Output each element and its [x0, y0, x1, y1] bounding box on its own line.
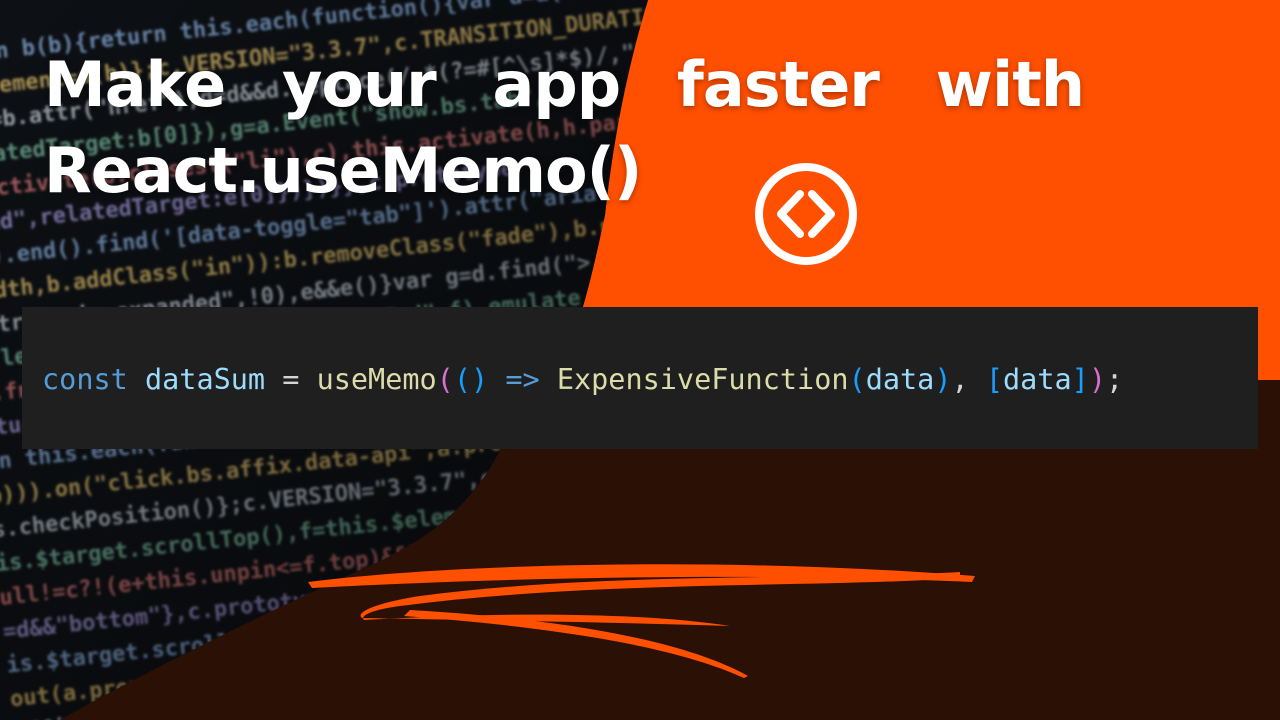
code-token-operator: =: [265, 363, 317, 396]
headline-word: app: [492, 48, 621, 121]
code-brackets-icon: [755, 163, 857, 265]
code-token-function: ExpensiveFunction: [556, 363, 849, 396]
code-token-keyword: const: [42, 363, 128, 396]
code-token-paren: (: [848, 363, 866, 396]
code-line: const dataSum = useMemo(() => ExpensiveF…: [42, 363, 1123, 397]
code-token-bracket: ]: [1071, 363, 1089, 396]
headline-word: with: [935, 48, 1085, 121]
headline-word: Make: [44, 48, 226, 121]
code-token-function: useMemo: [316, 363, 437, 396]
headline-word: faster: [676, 48, 880, 121]
code-token-paren: (: [436, 363, 454, 396]
code-token-variable: data: [865, 363, 935, 396]
code-token-variable: data: [1003, 363, 1072, 396]
code-token-paren: ): [934, 363, 952, 396]
brush-stroke-arrow: [308, 564, 975, 678]
code-token-bracket: [: [985, 363, 1003, 396]
headline-line-1: Make your app faster with: [44, 42, 1085, 128]
code-snippet: const dataSum = useMemo(() => ExpensiveF…: [22, 307, 1258, 449]
headline: Make your app faster with React.useMemo(…: [44, 42, 1085, 214]
code-token-paren: (): [453, 363, 489, 396]
thumbnail-canvas: ction b(b){return this.each(function(){v…: [0, 0, 1280, 720]
code-token-arrow: =>: [488, 363, 557, 396]
code-token-paren: ): [1088, 363, 1106, 396]
code-token-semicolon: ;: [1105, 363, 1124, 396]
headline-word: your: [281, 48, 437, 121]
code-token-operator: ,: [951, 363, 986, 396]
headline-line-2: React.useMemo(): [44, 134, 642, 207]
code-token-variable: dataSum: [144, 363, 266, 396]
